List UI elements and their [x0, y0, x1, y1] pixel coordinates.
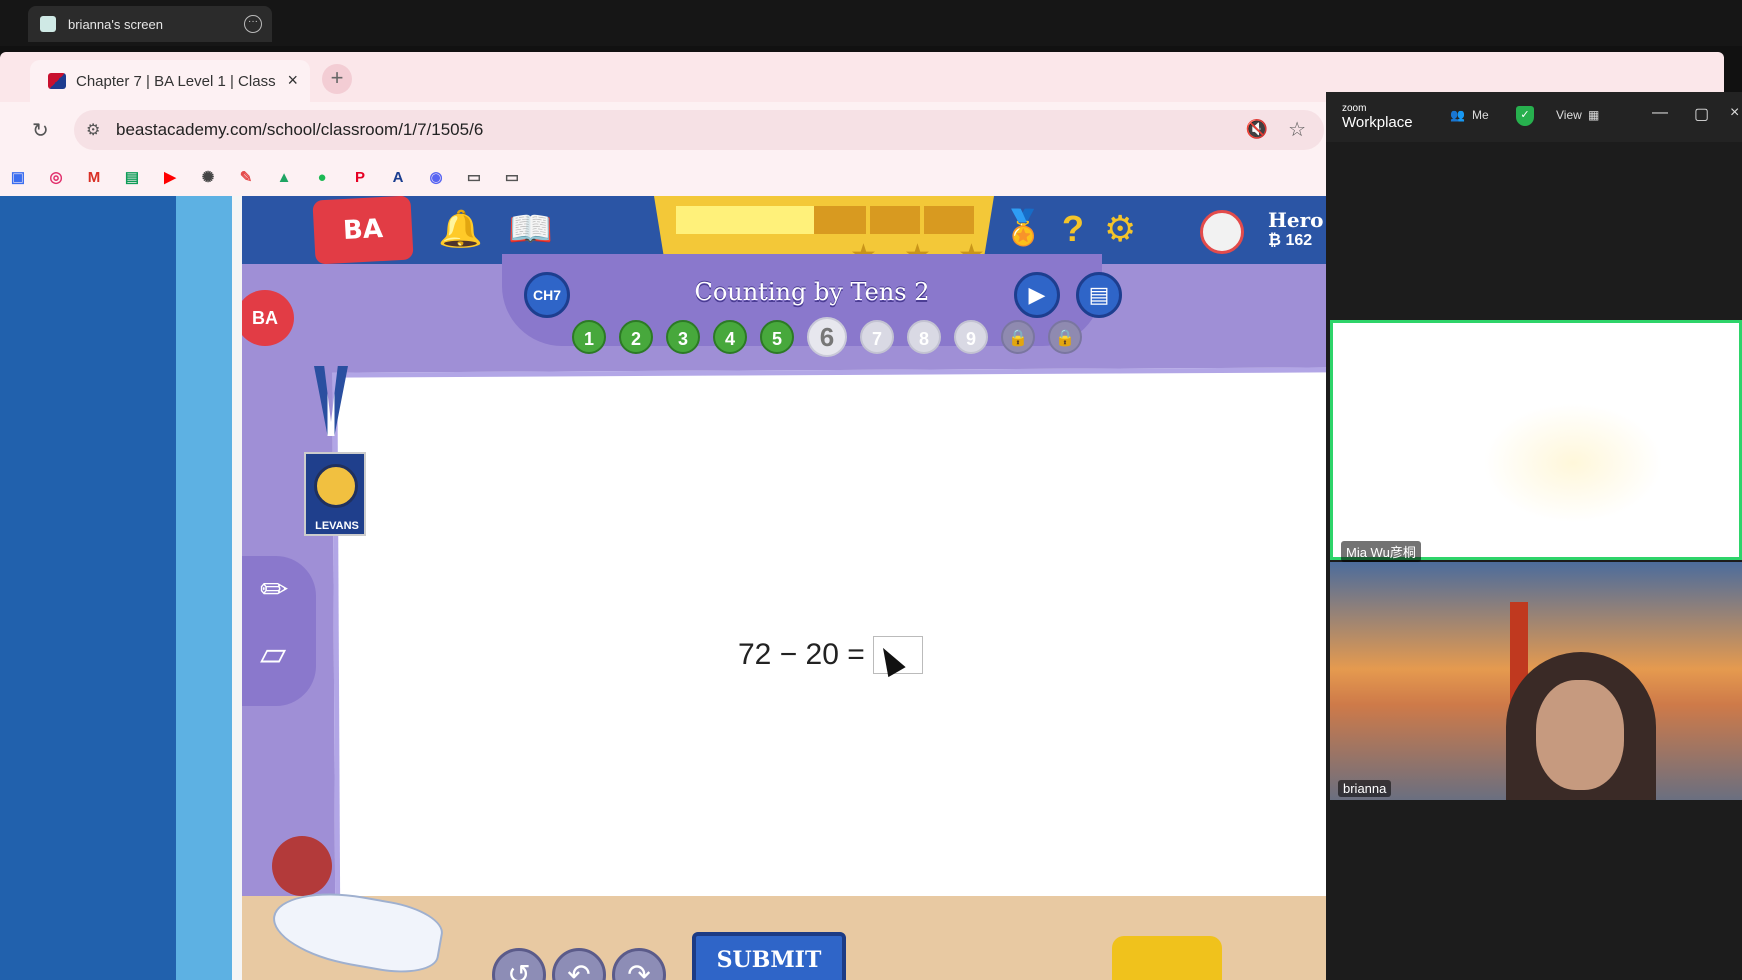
background-stripe: [176, 196, 232, 980]
problem-selector: 1 2 3 4 5 6 7 8 9 🔒 🔒: [572, 317, 1082, 357]
zoom-share-bar: brianna's screen ···: [0, 0, 1742, 46]
progress-segment: [870, 206, 920, 234]
help-icon[interactable]: ?: [1062, 208, 1084, 250]
classroom-icon[interactable]: ▤: [120, 165, 144, 189]
youtube-icon[interactable]: ▶: [158, 165, 182, 189]
problem-dot[interactable]: 8: [907, 320, 941, 354]
view-button[interactable]: View: [1556, 108, 1582, 122]
security-shield-icon[interactable]: ✓: [1516, 106, 1534, 126]
tree-decoration: [272, 836, 332, 896]
progress-segment: [924, 206, 974, 234]
pencil-icon[interactable]: ✏: [260, 570, 289, 610]
equation-text: 72 − 20 =: [738, 638, 865, 671]
zoom-logo: zoom Workplace: [1342, 104, 1413, 132]
background-stripe: [232, 196, 242, 980]
zoom-titlebar: zoom Workplace 👥 Me ✓ View ▦ — ▢ ×: [1326, 92, 1742, 142]
eraser-icon[interactable]: ▱: [260, 634, 286, 674]
lesson-title: Counting by Tens 2: [694, 278, 930, 306]
gmail-icon[interactable]: M: [82, 165, 106, 189]
browser-tab[interactable]: Chapter 7 | BA Level 1 | Class ×: [30, 60, 310, 102]
maximize-icon[interactable]: ▢: [1694, 104, 1709, 124]
problem-dot[interactable]: 5: [760, 320, 794, 354]
problem-dot[interactable]: 3: [666, 320, 700, 354]
problem-dot[interactable]: 9: [954, 320, 988, 354]
zoom-panel: zoom Workplace 👥 Me ✓ View ▦ — ▢ × Mia W…: [1326, 92, 1742, 980]
address-bar[interactable]: ⚙ beastacademy.com/school/classroom/1/7/…: [74, 110, 1324, 150]
star-search-emblem-icon: [314, 464, 358, 508]
participant-video[interactable]: brianna: [1330, 562, 1742, 800]
lock-icon: 🔒: [1001, 320, 1035, 354]
submit-button[interactable]: SUBMIT: [692, 932, 846, 980]
lock-icon: 🔒: [1048, 320, 1082, 354]
close-icon[interactable]: ×: [1730, 104, 1739, 122]
progress-segment: [814, 206, 866, 234]
beast-academy-side-logo[interactable]: BA: [242, 290, 294, 346]
award-icon[interactable]: 🏅: [1002, 208, 1044, 248]
badge-label: LEVANS: [315, 520, 359, 532]
participant-video[interactable]: Mia Wu彦桐: [1330, 320, 1742, 562]
participant-face: [1536, 680, 1624, 790]
chatgpt-icon[interactable]: ✺: [196, 165, 220, 189]
pen-icon[interactable]: ✎: [234, 165, 258, 189]
guide-book-button[interactable]: ▤: [1076, 272, 1122, 318]
site-info-icon[interactable]: ⚙: [86, 120, 100, 140]
font-icon[interactable]: A: [386, 165, 410, 189]
close-tab-icon[interactable]: ×: [287, 70, 298, 91]
book-icon[interactable]: 📖: [508, 208, 553, 250]
problem-dot[interactable]: 7: [860, 320, 894, 354]
more-options-icon[interactable]: ···: [244, 15, 262, 33]
chapter-button[interactable]: CH7: [524, 272, 570, 318]
beast-academy-favicon-icon: [48, 73, 66, 89]
tool-panel: ✏ ▱: [242, 556, 316, 706]
beast-academy-logo[interactable]: BA: [312, 196, 414, 265]
muted-icon[interactable]: 🔇: [1246, 119, 1268, 140]
participant-name: brianna: [1338, 780, 1392, 797]
problem-dot[interactable]: 2: [619, 320, 653, 354]
coin-count: ₿ 162: [1268, 232, 1313, 249]
page-viewport: BA 🔔 📖 ★ ★ ★ 🏅 ? ⚙ Hero ₿ 162 CH7 Counti…: [0, 196, 1326, 980]
grid-icon[interactable]: ▦: [1588, 108, 1599, 122]
game-area: BA 🔔 📖 ★ ★ ★ 🏅 ? ⚙ Hero ₿ 162 CH7 Counti…: [242, 196, 1326, 980]
share-tab[interactable]: brianna's screen ···: [28, 6, 272, 42]
settings-gear-icon[interactable]: ⚙: [1104, 208, 1136, 250]
avatar[interactable]: [1200, 210, 1244, 254]
participants-icon[interactable]: 👥: [1450, 108, 1465, 122]
url-text[interactable]: beastacademy.com/school/classroom/1/7/15…: [116, 120, 483, 140]
video-feed: [1483, 403, 1663, 523]
drill-decoration: [1112, 936, 1222, 980]
folder-icon[interactable]: ▭: [462, 165, 486, 189]
browser-tab-title: Chapter 7 | BA Level 1 | Class: [76, 72, 276, 90]
participant-name: Mia Wu彦桐: [1341, 541, 1421, 562]
bell-icon[interactable]: 🔔: [438, 208, 483, 250]
progress-fill: [676, 206, 814, 234]
problem-dot[interactable]: 1: [572, 320, 606, 354]
hero-name: Hero: [1268, 208, 1324, 232]
share-icon: [40, 16, 56, 32]
folder-icon[interactable]: ▭: [500, 165, 524, 189]
meeting-label[interactable]: Me: [1472, 108, 1489, 122]
zoom-logo-bottom: Workplace: [1342, 114, 1413, 131]
background-panel: [0, 196, 200, 980]
problem-dot[interactable]: 4: [713, 320, 747, 354]
minimize-icon[interactable]: —: [1652, 104, 1668, 122]
calendar-icon[interactable]: ▣: [6, 165, 30, 189]
drive-icon[interactable]: ▲: [272, 165, 296, 189]
new-tab-button[interactable]: +: [322, 64, 352, 94]
bookmark-star-icon[interactable]: ☆: [1288, 117, 1306, 142]
pinterest-icon[interactable]: P: [348, 165, 372, 189]
instagram-icon[interactable]: ◎: [44, 165, 68, 189]
zoom-logo-top: zoom: [1342, 103, 1367, 114]
discord-icon[interactable]: ◉: [424, 165, 448, 189]
problem-dot-current[interactable]: 6: [807, 317, 847, 357]
reload-icon[interactable]: ↻: [32, 118, 49, 143]
share-tab-label: brianna's screen: [68, 16, 163, 32]
spotify-icon[interactable]: ●: [310, 165, 334, 189]
play-video-button[interactable]: ▶: [1014, 272, 1060, 318]
team-badge: LEVANS: [304, 452, 366, 536]
